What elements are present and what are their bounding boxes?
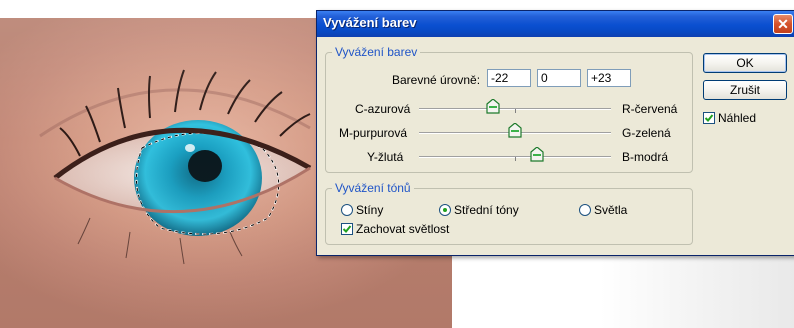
radio-midtones[interactable] (439, 204, 451, 216)
ok-button[interactable]: OK (703, 53, 787, 73)
close-icon: ✕ (777, 16, 789, 32)
color-balance-dialog: Vyvážení barev ✕ Vyvážení barev Barevné … (316, 10, 794, 256)
preserve-luminosity-checkbox[interactable] (341, 223, 353, 235)
close-button[interactable]: ✕ (773, 14, 793, 34)
radio-shadows-label: Stíny (356, 203, 384, 217)
slider-center-tick (515, 109, 516, 113)
slider-blue-label: B-modrá (622, 150, 669, 164)
checkmark-icon (704, 114, 714, 122)
slider-cyan-red-thumb[interactable] (486, 99, 500, 114)
cancel-button[interactable]: Zrušit (703, 80, 787, 100)
level-cyan-red-input[interactable] (487, 69, 531, 87)
levels-label: Barevné úrovně: (392, 73, 481, 87)
slider-center-tick (515, 157, 516, 161)
radio-shadows[interactable] (341, 204, 353, 216)
preserve-luminosity-label: Zachovat světlost (356, 222, 450, 236)
slider-red-label: R-červená (622, 102, 678, 116)
slider-magenta-green-thumb[interactable] (508, 123, 522, 138)
radio-highlights[interactable] (579, 204, 591, 216)
tone-balance-legend: Vyvážení tónů (335, 181, 411, 195)
radio-highlights-label: Světla (594, 203, 628, 217)
slider-yellow-label: Y-žlutá (367, 150, 404, 164)
preview-checkbox[interactable] (703, 112, 715, 124)
level-magenta-green-input[interactable] (537, 69, 581, 87)
slider-magenta-label: M-purpurová (339, 126, 408, 140)
radio-selected-dot (443, 208, 447, 212)
slider-cyan-label: C-azurová (355, 102, 411, 116)
radio-midtones-label: Střední tóny (454, 203, 519, 217)
checkmark-icon (342, 225, 352, 233)
slider-yellow-blue-thumb[interactable] (530, 147, 544, 162)
color-balance-legend: Vyvážení barev (335, 45, 418, 59)
dialog-title: Vyvážení barev (323, 15, 417, 30)
slider-green-label: G-zelená (622, 126, 671, 140)
preview-label: Náhled (718, 111, 757, 125)
level-yellow-blue-input[interactable] (587, 69, 631, 87)
title-bar[interactable]: Vyvážení barev ✕ (317, 11, 794, 37)
